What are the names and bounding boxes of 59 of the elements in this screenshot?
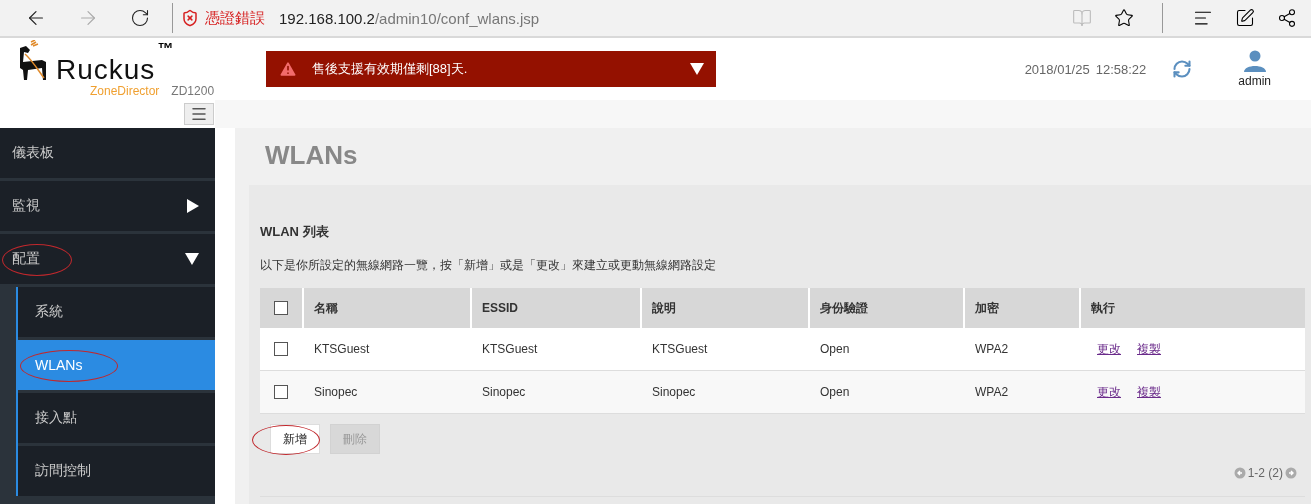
action-link[interactable]: 更改 bbox=[1097, 340, 1121, 358]
url-host[interactable]: 192.168.100.2 bbox=[279, 9, 375, 27]
collapse-arrow-icon bbox=[185, 253, 199, 265]
star-icon[interactable] bbox=[1114, 8, 1134, 28]
checkbox[interactable] bbox=[274, 342, 288, 356]
sidebar-item[interactable]: 監視 bbox=[0, 181, 215, 231]
hamburger-icon bbox=[190, 105, 208, 123]
time: 12:58:22 bbox=[1095, 61, 1147, 77]
table-cell: KTSGuest bbox=[640, 328, 808, 371]
description: 以下是你所設定的無線網路一覽，按「新增」或是「更改」來建立或更動無線網路設定 bbox=[260, 257, 717, 274]
user-icon[interactable] bbox=[1242, 50, 1267, 72]
dropdown-arrow-icon[interactable] bbox=[690, 63, 704, 75]
action-link[interactable]: 更改 bbox=[1097, 383, 1121, 401]
table-cell: Sinopec bbox=[470, 371, 640, 414]
table-cell: Open bbox=[808, 328, 963, 371]
product-name: ZoneDirector bbox=[90, 84, 160, 98]
table-cell: KTSGuest bbox=[302, 328, 470, 371]
warning-icon bbox=[278, 59, 298, 79]
shield-icon[interactable] bbox=[181, 9, 199, 27]
menu-toggle-button[interactable] bbox=[184, 103, 214, 125]
table-cell: Sinopec bbox=[640, 371, 808, 414]
checkbox[interactable] bbox=[274, 385, 288, 399]
table-cell: WPA2 bbox=[963, 371, 1079, 414]
security-label[interactable]: 憑證錯誤 bbox=[205, 8, 265, 28]
column-header: 身份驗證 bbox=[808, 288, 963, 328]
user-name[interactable]: admin bbox=[1238, 74, 1271, 88]
page-title: WLANs bbox=[264, 139, 359, 172]
column-header: 執行 bbox=[1079, 288, 1305, 328]
pagination-text: 1-2 (2) bbox=[1247, 466, 1283, 480]
sidebar-item[interactable]: 接入點 bbox=[18, 393, 215, 443]
pen-icon[interactable] bbox=[1235, 8, 1255, 28]
brand-name: Ruckus bbox=[56, 56, 156, 84]
column-header: 說明 bbox=[640, 288, 808, 328]
trademark: ™ bbox=[157, 40, 174, 58]
table-cell: KTSGuest bbox=[470, 328, 640, 371]
refresh-icon[interactable] bbox=[1172, 59, 1193, 79]
column-header: 名稱 bbox=[302, 288, 470, 328]
sidebar-item[interactable]: 訪問控制 bbox=[18, 446, 215, 496]
column-header: 加密 bbox=[963, 288, 1079, 328]
alert-text: 售後支援有效期僅剩[88]天. bbox=[312, 60, 469, 78]
table-cell: Sinopec bbox=[302, 371, 470, 414]
url-path[interactable]: /admin10/conf_wlans.jsp bbox=[374, 9, 540, 27]
alert-banner[interactable]: 售後支援有效期僅剩[88]天. bbox=[266, 51, 716, 87]
sidebar-item[interactable]: 系統 bbox=[18, 287, 215, 337]
table-cell: Open bbox=[808, 371, 963, 414]
sidebar-item[interactable]: WLANs bbox=[18, 340, 215, 390]
date: 2018/01/25 bbox=[1024, 61, 1090, 77]
action-link[interactable]: 複製 bbox=[1137, 383, 1161, 401]
expand-arrow-icon bbox=[187, 199, 199, 213]
sidebar-item[interactable]: 儀表板 bbox=[0, 128, 215, 178]
model-name: ZD1200 bbox=[171, 84, 215, 98]
action-link[interactable]: 複製 bbox=[1137, 340, 1161, 358]
checkbox[interactable] bbox=[274, 301, 288, 315]
column-header: ESSID bbox=[470, 288, 640, 328]
section-title: WLAN 列表 bbox=[260, 223, 330, 241]
share-icon[interactable] bbox=[1277, 8, 1297, 28]
table-cell: WPA2 bbox=[963, 328, 1079, 371]
add-button[interactable]: 新增 bbox=[270, 424, 320, 454]
sidebar-item[interactable]: 配置 bbox=[0, 234, 215, 284]
